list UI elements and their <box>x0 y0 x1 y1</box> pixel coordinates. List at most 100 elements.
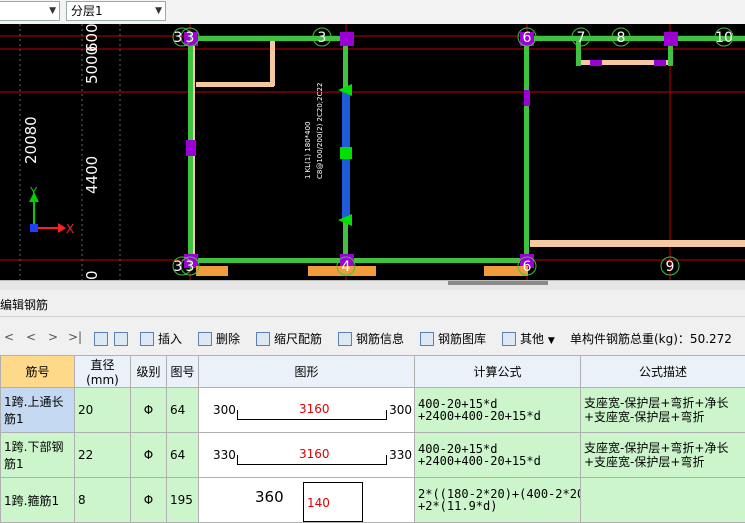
table-row[interactable]: 1跨.上通长筋1 20 Φ 64 300 3160 300 400-20+15*… <box>1 388 745 433</box>
floor-select-value: 分层1 <box>71 4 103 18</box>
drawing-canvas[interactable]: 3 3 3 6 7 8 10 3 3 4 6 9 20080 5000 600 … <box>0 24 745 280</box>
axis-label-top: 3 <box>186 30 195 46</box>
rebar-table: 筋号 直径(mm) 级别 图号 图形 计算公式 公式描述 1跨.上通长筋1 20… <box>0 355 745 523</box>
axis-label-bottom: 4 <box>342 259 351 275</box>
chevron-down-icon: ▼ <box>155 2 162 20</box>
foundation-strips <box>196 266 528 276</box>
other-label: 其他 <box>520 332 544 346</box>
insert-label: 插入 <box>158 332 182 346</box>
nav-last-button[interactable]: >| <box>68 330 82 344</box>
axis-label-top: 8 <box>617 30 626 46</box>
table-row[interactable]: 1跨.箍筋1 8 Φ 195 360 140 2*((180-2*20)+(40… <box>1 478 745 523</box>
total-weight: 单构件钢筋总重(kg)：50.272 <box>570 330 732 347</box>
table-header-row: 筋号 直径(mm) 级别 图号 图形 计算公式 公式描述 <box>1 356 745 388</box>
rebar-shape: 360 140 <box>199 478 414 522</box>
cell-formula[interactable]: 400-20+15*d +2400+400-20+15*d <box>415 433 581 478</box>
move-up-button[interactable] <box>94 330 112 348</box>
cell-grade[interactable]: Φ <box>131 433 167 478</box>
rebar-info-button[interactable]: 钢筋信息 <box>338 330 404 348</box>
rebar-shape: 330 3160 330 <box>199 433 414 477</box>
cell-grade[interactable]: Φ <box>131 478 167 523</box>
col-header-shape-no[interactable]: 图号 <box>167 356 199 388</box>
beam-annotation-line: 1 KL(1) 180*400 <box>304 121 312 179</box>
splitter-grip[interactable] <box>448 281 548 285</box>
nav-prev-button[interactable]: < <box>26 330 36 344</box>
cell-shape[interactable]: 330 3160 330 <box>199 433 415 478</box>
shape-left-value: 300 <box>213 403 236 417</box>
shape-left-value: 330 <box>213 448 236 462</box>
shape-right-value: 300 <box>389 403 412 417</box>
info-icon <box>338 332 352 346</box>
cell-grade[interactable]: Φ <box>131 388 167 433</box>
rebar-shape: 300 3160 300 <box>199 388 414 432</box>
shape-right-value: 330 <box>389 448 412 462</box>
cell-name[interactable]: 1跨.箍筋1 <box>1 478 75 523</box>
axis-label-top: 3 <box>174 30 183 46</box>
axis-label-top: 3 <box>318 30 327 46</box>
col-header-diameter[interactable]: 直径(mm) <box>75 356 131 388</box>
scale-rebar-button[interactable]: 缩尺配筋 <box>256 330 322 348</box>
cell-shape-no[interactable]: 64 <box>167 388 199 433</box>
insert-icon <box>140 332 154 346</box>
cell-shape[interactable]: 300 3160 300 <box>199 388 415 433</box>
cell-shape-no[interactable]: 195 <box>167 478 199 523</box>
walls <box>190 36 745 266</box>
top-toolbar: ▼ 分层1 ▼ <box>0 0 745 25</box>
shape-length-value: 140 <box>307 496 330 510</box>
cell-diameter[interactable]: 20 <box>75 388 131 433</box>
columns <box>184 32 678 268</box>
axis-labels: 3 3 3 6 7 8 10 3 3 4 6 9 <box>174 30 733 275</box>
info-label: 钢筋信息 <box>356 332 404 346</box>
axis-label-top: 6 <box>523 30 532 46</box>
chevron-down-icon: ▼ <box>49 2 56 20</box>
arrow-down-icon <box>114 332 128 346</box>
table-row[interactable]: 1跨.下部钢筋1 22 Φ 64 330 3160 330 400-20+15*… <box>1 433 745 478</box>
cell-shape[interactable]: 360 140 <box>199 478 415 523</box>
nav-first-button[interactable]: < <box>4 330 14 344</box>
col-header-desc[interactable]: 公式描述 <box>581 356 745 388</box>
cell-shape-no[interactable]: 64 <box>167 433 199 478</box>
dimension-label: 0 <box>83 270 101 280</box>
axis-y-label: Y <box>29 185 38 199</box>
dimension-label: 20080 <box>22 116 40 164</box>
shape-length-value: 3160 <box>299 447 330 461</box>
axis-label-top: 7 <box>577 30 586 46</box>
panel-header: 编辑钢筋 <box>0 290 745 317</box>
cell-desc[interactable]: 支座宽-保护层+弯折+净长 +支座宽-保护层+弯折 <box>581 388 745 433</box>
rebar-library-button[interactable]: 钢筋图库 <box>420 330 486 348</box>
delete-button[interactable]: 删除 <box>198 330 240 348</box>
ucs-axes-icon: Y X <box>29 185 74 236</box>
col-header-grade[interactable]: 级别 <box>131 356 167 388</box>
floor-select[interactable]: 分层1 ▼ <box>66 1 166 21</box>
axis-x-label: X <box>66 222 74 236</box>
col-header-shape[interactable]: 图形 <box>199 356 415 388</box>
library-label: 钢筋图库 <box>438 332 486 346</box>
nav-next-button[interactable]: > <box>48 330 58 344</box>
axis-label-bottom: 3 <box>186 259 195 275</box>
insert-button[interactable]: 插入 <box>140 330 182 348</box>
cell-desc[interactable] <box>581 478 745 523</box>
panel-title: 编辑钢筋 <box>0 296 48 313</box>
cell-formula[interactable]: 2*((180-2*20)+(400-2*20)) +2*(11.9*d) <box>415 478 581 523</box>
beam-annotation-line: C8@100/200(2) 2C20;2C22 <box>316 83 324 179</box>
cell-formula[interactable]: 400-20+15*d +2400+400-20+15*d <box>415 388 581 433</box>
view-select[interactable]: ▼ <box>0 1 60 21</box>
scale-icon <box>256 332 270 346</box>
axis-label-bottom: 6 <box>523 259 532 275</box>
cell-name[interactable]: 1跨.上通长筋1 <box>1 388 75 433</box>
move-down-button[interactable] <box>114 330 132 348</box>
axis-label-top: 10 <box>715 30 733 46</box>
delete-icon <box>198 332 212 346</box>
cell-name[interactable]: 1跨.下部钢筋1 <box>1 433 75 478</box>
col-header-name[interactable]: 筋号 <box>1 356 75 388</box>
chevron-down-icon: ▼ <box>548 336 555 346</box>
cell-diameter[interactable]: 8 <box>75 478 131 523</box>
other-menu-button[interactable]: 其他 ▼ <box>502 330 555 348</box>
axis-label-bottom: 9 <box>666 259 675 275</box>
cell-diameter[interactable]: 22 <box>75 433 131 478</box>
col-header-formula[interactable]: 计算公式 <box>415 356 581 388</box>
axis-label-bottom: 3 <box>174 259 183 275</box>
cell-desc[interactable]: 支座宽-保护层+弯折+净长 +支座宽-保护层+弯折 <box>581 433 745 478</box>
beam-annotation: 1 KL(1) 180*400 C8@100/200(2) 2C20;2C22 <box>304 83 324 179</box>
floor-plan-drawing[interactable]: 3 3 3 6 7 8 10 3 3 4 6 9 20080 5000 600 … <box>0 24 745 280</box>
